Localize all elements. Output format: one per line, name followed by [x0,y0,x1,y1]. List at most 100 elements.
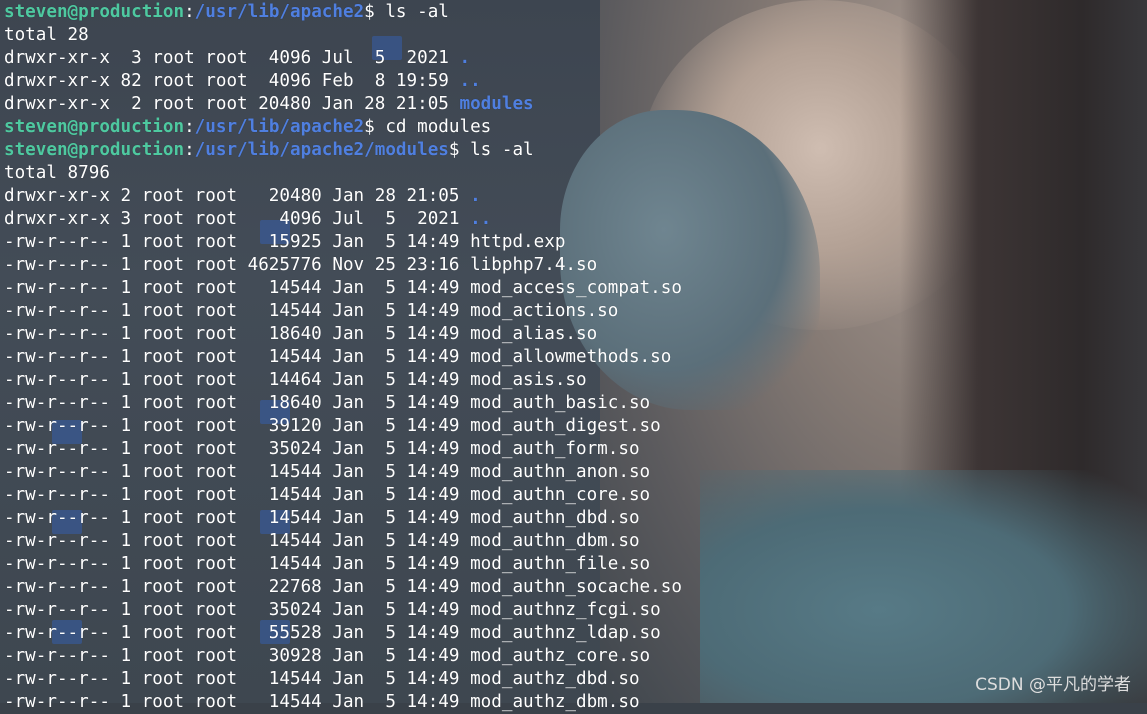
listing-row: -rw-r--r-- 1 root root 18640 Jan 5 14:49… [4,392,1147,415]
file-name: mod_authnz_fcgi.so [470,600,661,620]
listing-row: drwxr-xr-x 2 root root 20480 Jan 28 21:0… [4,93,1147,116]
file-name: httpd.exp [470,232,566,252]
listing-attributes: -rw-r--r-- 1 root root 22768 Jan 5 14:49 [4,577,471,597]
listing-attributes: -rw-r--r-- 1 root root 14544 Jan 5 14:49 [4,669,471,689]
listing-attributes: drwxr-xr-x 2 root root 20480 Jan 28 21:0… [4,186,471,206]
prompt-symbol: $ [448,140,471,160]
prompt-separator: : [184,140,195,160]
output-line: total 28 [4,24,1147,47]
file-name: mod_authz_dbm.so [470,692,640,712]
listing-row: -rw-r--r-- 1 root root 14544 Jan 5 14:49… [4,484,1147,507]
listing-row: -rw-r--r-- 1 root root 22768 Jan 5 14:49… [4,576,1147,599]
listing-row: -rw-r--r-- 1 root root 55528 Jan 5 14:49… [4,622,1147,645]
listing-attributes: -rw-r--r-- 1 root root 14544 Jan 5 14:49 [4,508,471,528]
file-name: mod_auth_basic.so [470,393,651,413]
output-text: total 8796 [4,163,110,183]
listing-attributes: -rw-r--r-- 1 root root 18640 Jan 5 14:49 [4,393,471,413]
terminal-output[interactable]: steven@production:/usr/lib/apache2$ ls -… [4,1,1147,714]
listing-attributes: -rw-r--r-- 1 root root 39120 Jan 5 14:49 [4,416,471,436]
listing-row: -rw-r--r-- 1 root root 15925 Jan 5 14:49… [4,231,1147,254]
listing-attributes: -rw-r--r-- 1 root root 14544 Jan 5 14:49 [4,462,471,482]
listing-attributes: -rw-r--r-- 1 root root 14544 Jan 5 14:49 [4,347,471,367]
listing-row: -rw-r--r-- 1 root root 14544 Jan 5 14:49… [4,553,1147,576]
file-name: mod_authn_dbd.so [470,508,640,528]
listing-attributes: -rw-r--r-- 1 root root 15925 Jan 5 14:49 [4,232,471,252]
listing-row: -rw-r--r-- 1 root root 14464 Jan 5 14:49… [4,369,1147,392]
listing-row: -rw-r--r-- 1 root root 39120 Jan 5 14:49… [4,415,1147,438]
directory-name: . [470,186,481,206]
file-name: mod_authn_file.so [470,554,651,574]
prompt-symbol: $ [364,117,386,137]
listing-attributes: -rw-r--r-- 1 root root 14544 Jan 5 14:49 [4,485,471,505]
listing-attributes: -rw-r--r-- 1 root root 14544 Jan 5 14:49 [4,301,471,321]
file-name: mod_auth_digest.so [470,416,661,436]
prompt-path: /usr/lib/apache2 [194,2,365,22]
listing-row: -rw-r--r-- 1 root root 35024 Jan 5 14:49… [4,599,1147,622]
listing-row: drwxr-xr-x 3 root root 4096 Jul 5 2021 . [4,47,1147,70]
listing-attributes: -rw-r--r-- 1 root root 14544 Jan 5 14:49 [4,692,471,712]
file-name: mod_asis.so [470,370,587,390]
listing-row: -rw-r--r-- 1 root root 14544 Jan 5 14:49… [4,530,1147,553]
listing-attributes: -rw-r--r-- 1 root root 18640 Jan 5 14:49 [4,324,471,344]
listing-row: -rw-r--r-- 1 root root 14544 Jan 5 14:49… [4,507,1147,530]
file-name: mod_access_compat.so [470,278,682,298]
prompt-line: steven@production:/usr/lib/apache2/modul… [4,139,1147,162]
prompt-user: steven@production [4,2,185,22]
listing-row: drwxr-xr-x 3 root root 4096 Jul 5 2021 .… [4,208,1147,231]
listing-row: -rw-r--r-- 1 root root 14544 Jan 5 14:49… [4,461,1147,484]
listing-attributes: drwxr-xr-x 3 root root 4096 Jul 5 2021 [4,48,460,68]
listing-attributes: drwxr-xr-x 82 root root 4096 Feb 8 19:59 [4,71,460,91]
command-text: ls -al [385,2,449,22]
prompt-line: steven@production:/usr/lib/apache2$ ls -… [4,1,1147,24]
listing-attributes: -rw-r--r-- 1 root root 35024 Jan 5 14:49 [4,600,471,620]
directory-name: modules [459,94,534,114]
prompt-user: steven@production [4,140,185,160]
listing-row: drwxr-xr-x 82 root root 4096 Feb 8 19:59… [4,70,1147,93]
prompt-path: /usr/lib/apache2 [194,117,365,137]
command-text: cd modules [385,117,492,137]
prompt-symbol: $ [364,2,386,22]
directory-name: .. [470,209,492,229]
prompt-path: /usr/lib/apache2/modules [194,140,449,160]
file-name: mod_authz_core.so [470,646,651,666]
listing-row: -rw-r--r-- 1 root root 18640 Jan 5 14:49… [4,323,1147,346]
file-name: mod_authn_dbm.so [470,531,640,551]
output-line: total 8796 [4,162,1147,185]
output-text: total 28 [4,25,89,45]
listing-attributes: -rw-r--r-- 1 root root 55528 Jan 5 14:49 [4,623,471,643]
watermark: CSDN @平凡的学者 [975,675,1131,695]
listing-row: -rw-r--r-- 1 root root 14544 Jan 5 14:49… [4,300,1147,323]
listing-attributes: drwxr-xr-x 3 root root 4096 Jul 5 2021 [4,209,471,229]
file-name: mod_auth_form.so [470,439,640,459]
command-text: ls -al [470,140,534,160]
file-name: libphp7.4.so [470,255,598,275]
prompt-user: steven@production [4,117,185,137]
directory-name: .. [459,71,481,91]
listing-attributes: drwxr-xr-x 2 root root 20480 Jan 28 21:0… [4,94,460,114]
prompt-separator: : [184,2,195,22]
listing-row: -rw-r--r-- 1 root root 35024 Jan 5 14:49… [4,438,1147,461]
listing-row: -rw-r--r-- 1 root root 14544 Jan 5 14:49… [4,346,1147,369]
listing-attributes: -rw-r--r-- 1 root root 14544 Jan 5 14:49 [4,278,471,298]
listing-attributes: -rw-r--r-- 1 root root 14544 Jan 5 14:49 [4,531,471,551]
listing-attributes: -rw-r--r-- 1 root root 14464 Jan 5 14:49 [4,370,471,390]
directory-name: . [459,48,471,68]
listing-attributes: -rw-r--r-- 1 root root 35024 Jan 5 14:49 [4,439,471,459]
prompt-separator: : [184,117,195,137]
file-name: mod_authn_core.so [470,485,651,505]
listing-attributes: -rw-r--r-- 1 root root 30928 Jan 5 14:49 [4,646,471,666]
file-name: mod_allowmethods.so [470,347,672,367]
listing-attributes: -rw-r--r-- 1 root root 14544 Jan 5 14:49 [4,554,471,574]
file-name: mod_authn_socache.so [470,577,682,597]
file-name: mod_authnz_ldap.so [470,623,661,643]
file-name: mod_alias.so [470,324,598,344]
file-name: mod_authn_anon.so [470,462,651,482]
listing-row: drwxr-xr-x 2 root root 20480 Jan 28 21:0… [4,185,1147,208]
listing-row: -rw-r--r-- 1 root root 4625776 Nov 25 23… [4,254,1147,277]
prompt-line: steven@production:/usr/lib/apache2$ cd m… [4,116,1147,139]
listing-row: -rw-r--r-- 1 root root 14544 Jan 5 14:49… [4,277,1147,300]
file-name: mod_actions.so [470,301,619,321]
listing-row: -rw-r--r-- 1 root root 30928 Jan 5 14:49… [4,645,1147,668]
listing-attributes: -rw-r--r-- 1 root root 4625776 Nov 25 23… [4,255,471,275]
file-name: mod_authz_dbd.so [470,669,640,689]
